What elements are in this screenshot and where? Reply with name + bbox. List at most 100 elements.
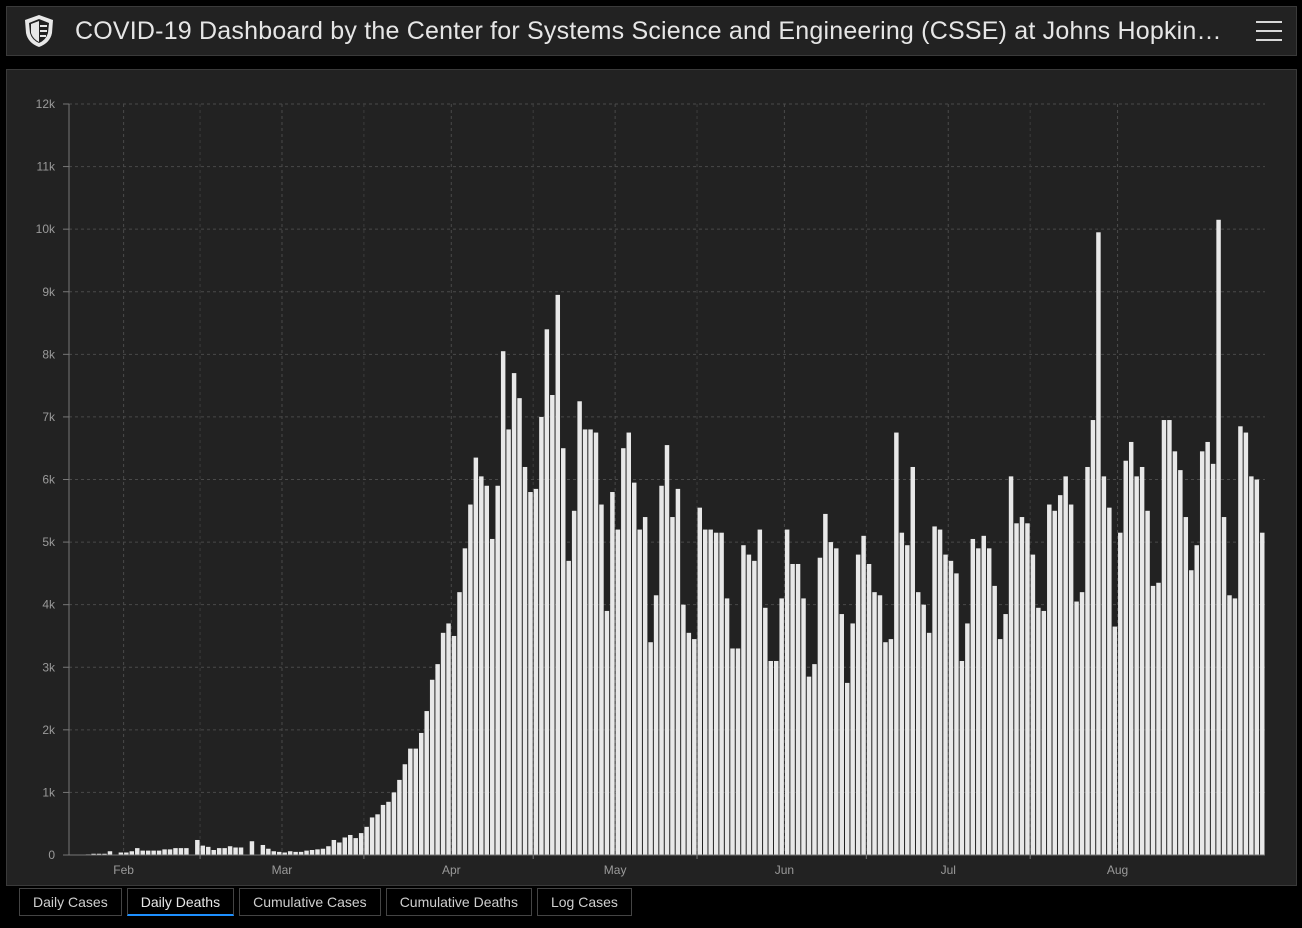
bar[interactable] xyxy=(173,848,178,855)
bar[interactable] xyxy=(773,660,779,855)
bar[interactable] xyxy=(468,504,473,855)
bar[interactable] xyxy=(637,529,642,855)
bar[interactable] xyxy=(495,485,500,855)
bar[interactable] xyxy=(413,748,419,855)
bar[interactable] xyxy=(1096,232,1101,855)
bar[interactable] xyxy=(877,595,883,855)
bar[interactable] xyxy=(561,448,566,855)
bar[interactable] xyxy=(659,485,664,855)
bar[interactable] xyxy=(801,598,806,855)
bar[interactable] xyxy=(358,833,364,855)
bar[interactable] xyxy=(910,466,915,855)
bar[interactable] xyxy=(894,432,899,855)
bar[interactable] xyxy=(1090,420,1096,855)
bar[interactable] xyxy=(304,850,309,855)
bar[interactable] xyxy=(337,842,342,855)
bar[interactable] xyxy=(997,639,1003,855)
bar[interactable] xyxy=(1249,476,1254,855)
bar[interactable] xyxy=(779,598,784,855)
bar[interactable] xyxy=(506,429,511,855)
bar[interactable] xyxy=(741,545,746,855)
bar[interactable] xyxy=(752,560,757,855)
bar[interactable] xyxy=(348,834,353,855)
bar[interactable] xyxy=(1107,507,1112,855)
bar[interactable] xyxy=(1052,510,1057,855)
bar[interactable] xyxy=(473,457,479,855)
bar[interactable] xyxy=(326,846,331,855)
bar[interactable] xyxy=(1003,614,1008,855)
bar[interactable] xyxy=(970,538,976,855)
bar[interactable] xyxy=(550,395,555,855)
bar[interactable] xyxy=(435,664,440,855)
bar[interactable] xyxy=(1134,476,1139,855)
bar[interactable] xyxy=(156,850,162,855)
bar[interactable] xyxy=(446,623,451,855)
bar[interactable] xyxy=(1112,626,1118,855)
bar[interactable] xyxy=(1118,532,1123,855)
bar[interactable] xyxy=(386,801,391,855)
bar[interactable] xyxy=(1068,504,1074,855)
bar[interactable] xyxy=(1041,610,1047,855)
bar[interactable] xyxy=(571,510,577,855)
bar[interactable] xyxy=(375,814,380,855)
bar[interactable] xyxy=(391,792,397,855)
bar[interactable] xyxy=(632,482,637,855)
bar[interactable] xyxy=(670,517,675,855)
bar[interactable] xyxy=(451,635,457,855)
bar[interactable] xyxy=(1189,570,1194,855)
bar[interactable] xyxy=(1167,420,1172,855)
bar[interactable] xyxy=(178,848,184,855)
bar[interactable] xyxy=(915,592,921,855)
bar[interactable] xyxy=(369,817,375,855)
bar[interactable] xyxy=(1216,219,1221,855)
bar[interactable] xyxy=(702,529,708,855)
bar[interactable] xyxy=(271,851,277,855)
bar[interactable] xyxy=(1260,532,1265,855)
bar[interactable] xyxy=(828,542,834,855)
bar[interactable] xyxy=(1101,476,1107,855)
bar[interactable] xyxy=(402,764,408,855)
bar[interactable] xyxy=(992,585,997,855)
bar[interactable] xyxy=(1150,585,1156,855)
bar[interactable] xyxy=(1128,441,1134,855)
bar[interactable] xyxy=(1210,463,1216,855)
bar[interactable] xyxy=(1183,517,1189,855)
tab-cumulative-deaths[interactable]: Cumulative Deaths xyxy=(385,888,532,916)
bar[interactable] xyxy=(167,849,173,855)
bar[interactable] xyxy=(1194,545,1199,855)
bar[interactable] xyxy=(490,538,495,855)
hamburger-menu-icon[interactable] xyxy=(1256,18,1282,44)
bar[interactable] xyxy=(145,850,151,855)
bar[interactable] xyxy=(1030,554,1036,855)
bar[interactable] xyxy=(1227,595,1232,855)
bar[interactable] xyxy=(653,595,659,855)
bar[interactable] xyxy=(1057,495,1063,855)
bar[interactable] xyxy=(932,526,937,855)
bar[interactable] xyxy=(227,846,233,855)
bar[interactable] xyxy=(107,851,113,855)
bar[interactable] xyxy=(522,466,528,855)
bar[interactable] xyxy=(844,682,850,855)
bar[interactable] xyxy=(664,445,670,855)
bar[interactable] xyxy=(1199,451,1205,855)
bar[interactable] xyxy=(440,632,446,855)
bar[interactable] xyxy=(713,532,719,855)
bar[interactable] xyxy=(965,623,970,855)
bar[interactable] xyxy=(151,850,156,855)
bar[interactable] xyxy=(331,839,337,855)
bar[interactable] xyxy=(1139,466,1145,855)
bar[interactable] xyxy=(735,648,741,855)
bar[interactable] xyxy=(309,849,315,855)
bar[interactable] xyxy=(1243,432,1249,855)
bar[interactable] xyxy=(1172,451,1178,855)
bar[interactable] xyxy=(948,560,954,855)
bar[interactable] xyxy=(211,849,216,855)
bar[interactable] xyxy=(768,660,773,855)
tab-daily-deaths[interactable]: Daily Deaths xyxy=(126,888,235,916)
bar[interactable] xyxy=(850,623,855,855)
bar[interactable] xyxy=(976,548,981,855)
bar[interactable] xyxy=(539,416,544,855)
bar[interactable] xyxy=(795,563,801,855)
bar[interactable] xyxy=(599,504,604,855)
bar[interactable] xyxy=(834,548,839,855)
